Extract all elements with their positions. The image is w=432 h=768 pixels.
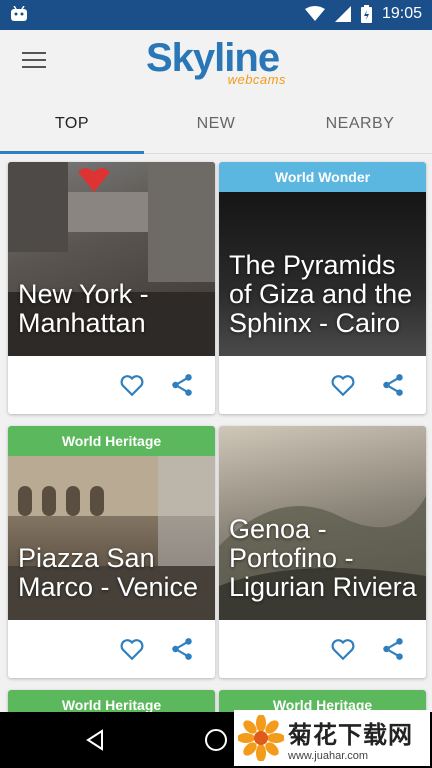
card-actions (8, 620, 215, 678)
webcam-thumbnail[interactable]: The Pyramids of Giza and the Sphinx - Ca… (219, 192, 426, 356)
category-label: World Heritage (219, 690, 426, 712)
wifi-icon (304, 6, 325, 21)
flower-logo-icon (238, 715, 284, 761)
heart-icon[interactable] (119, 372, 145, 398)
tab-bar: TOP NEW NEARBY (0, 94, 432, 154)
battery-icon (360, 5, 372, 23)
category-label: World Wonder (219, 162, 426, 192)
webcam-thumbnail[interactable]: New York - Manhattan (8, 162, 215, 356)
webcam-card[interactable]: Genoa - Portofino - Ligurian Riviera (219, 426, 426, 678)
card-title: New York - Manhattan (18, 279, 149, 338)
category-label: World Heritage (8, 690, 215, 712)
card-title: The Pyramids of Giza and the Sphinx - Ca… (229, 250, 413, 338)
heart-icon[interactable] (330, 372, 356, 398)
webcam-thumbnail[interactable]: Genoa - Portofino - Ligurian Riviera (219, 426, 426, 620)
card-title: Piazza San Marco - Venice (18, 543, 199, 602)
watermark-title: 菊花下载网 (288, 721, 413, 749)
heart-icon[interactable] (330, 636, 356, 662)
webcam-card[interactable]: World Heritage (8, 690, 215, 712)
hamburger-menu-icon[interactable] (22, 52, 46, 72)
tab-top[interactable]: TOP (0, 94, 144, 154)
webcam-card[interactable]: World Heritage Piazza San Marco - Venice (8, 426, 215, 678)
watermark: 菊花下载网 www.juahar.com (234, 710, 430, 766)
share-icon[interactable] (169, 636, 195, 662)
app-logo: Skyline webcams (146, 38, 296, 90)
card-actions (219, 620, 426, 678)
share-icon[interactable] (380, 636, 406, 662)
android-notification-icon (11, 6, 27, 21)
webcam-card[interactable]: World Heritage (219, 690, 426, 712)
webcam-thumbnail[interactable]: Piazza San Marco - Venice (8, 456, 215, 620)
signal-icon (334, 6, 351, 22)
tab-new[interactable]: NEW (144, 94, 288, 153)
heart-icon[interactable] (119, 636, 145, 662)
app-bar: Skyline webcams (0, 30, 432, 94)
card-actions (219, 356, 426, 414)
back-icon[interactable] (84, 728, 108, 752)
card-actions (8, 356, 215, 414)
share-icon[interactable] (380, 372, 406, 398)
share-icon[interactable] (169, 372, 195, 398)
watermark-url: www.juahar.com (288, 749, 369, 762)
status-bar: 19:05 (0, 0, 432, 30)
clock: 19:05 (381, 5, 422, 22)
category-label: World Heritage (8, 426, 215, 456)
webcam-grid: New York - Manhattan World Wonder The Py… (0, 160, 432, 712)
logo-subtitle: webcams (227, 72, 286, 87)
tab-nearby[interactable]: NEARBY (288, 94, 432, 153)
home-icon[interactable] (204, 728, 228, 752)
webcam-card[interactable]: New York - Manhattan (8, 162, 215, 414)
webcam-card[interactable]: World Wonder The Pyramids of Giza and th… (219, 162, 426, 414)
card-title: Genoa - Portofino - Ligurian Riviera (229, 514, 417, 602)
